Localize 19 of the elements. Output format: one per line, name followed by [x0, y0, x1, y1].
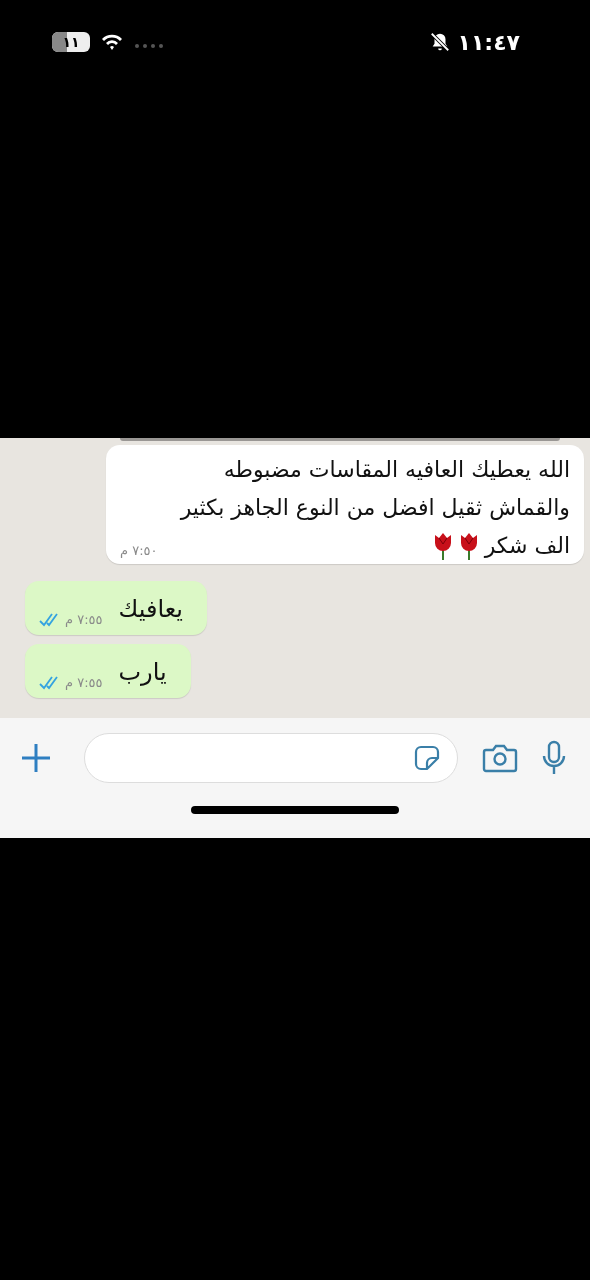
- clock-time: ١١:٤٧: [457, 29, 520, 55]
- message-time: ٧:٥٠ م: [120, 543, 158, 558]
- rose-icon: [432, 531, 453, 561]
- message-time: ٧:٥٥ م: [65, 675, 103, 690]
- rose-icon: [458, 531, 479, 561]
- message-text: الف شكر: [484, 532, 570, 560]
- signal-icon: [134, 43, 164, 49]
- message-time: ٧:٥٥ م: [65, 612, 103, 627]
- message-field[interactable]: [84, 733, 458, 783]
- plus-icon[interactable]: [20, 742, 52, 774]
- camera-icon[interactable]: [482, 743, 518, 773]
- wifi-icon: [100, 33, 124, 51]
- message-text: يارب: [118, 657, 167, 688]
- message-text: يعافيك: [118, 594, 184, 625]
- message-text: والقماش ثقيل افضل من النوع الجاهز بكثير: [180, 494, 570, 522]
- message-text: الله يعطيك العافيه المقاسات مضبوطه: [223, 456, 570, 484]
- battery-icon: ١١: [52, 32, 90, 52]
- sticker-icon[interactable]: [413, 744, 441, 772]
- microphone-icon[interactable]: [542, 740, 566, 776]
